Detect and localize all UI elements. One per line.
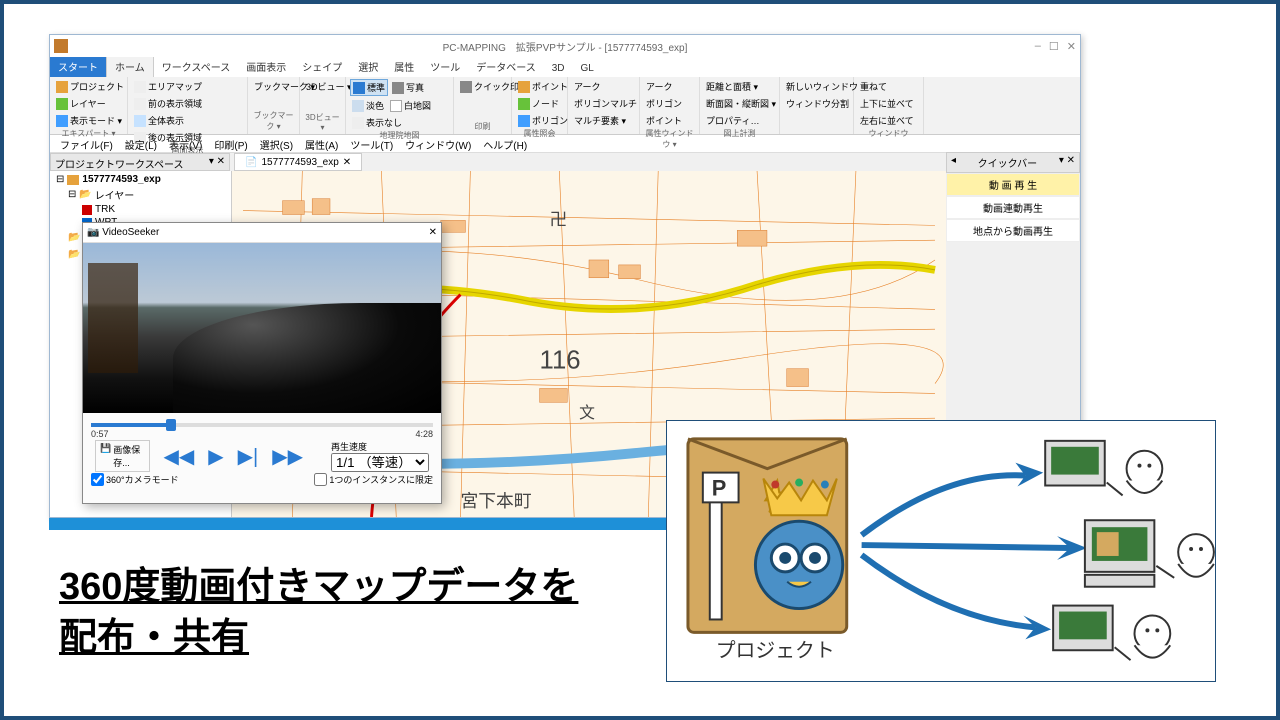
- svg-text:文: 文: [579, 404, 595, 422]
- tree-layer[interactable]: ⊟ 📂 レイヤー: [52, 186, 229, 203]
- btn-project[interactable]: プロジェクト: [54, 79, 126, 94]
- videoseeker-window: 📷 VideoSeeker ✕ 0:57 4:28 💾画像保存... ◀◀ ▶ ▶…: [82, 222, 442, 504]
- tree-root[interactable]: ⊟ 1577774593_exp: [52, 173, 229, 186]
- tab-tool[interactable]: ツール: [422, 56, 468, 77]
- btn-win-poly[interactable]: ポリゴン: [644, 96, 695, 111]
- tab-attr[interactable]: 属性: [386, 56, 422, 77]
- diagram-caption: プロジェクト: [716, 640, 835, 662]
- rewind-button[interactable]: ◀◀: [164, 444, 195, 469]
- menu-file[interactable]: ファイル(F): [54, 135, 119, 152]
- btn-tilev[interactable]: 左右に並べて: [858, 113, 919, 128]
- tab-gl[interactable]: GL: [573, 60, 602, 77]
- btn-gsi-blank[interactable]: 白地図: [388, 98, 433, 113]
- chk-360[interactable]: 360°カメラモード: [91, 473, 179, 486]
- btn-win-arc[interactable]: アーク: [644, 79, 695, 94]
- tab-view[interactable]: 画面表示: [238, 56, 294, 77]
- quickbar-pointplay[interactable]: 地点から動画再生: [946, 219, 1080, 242]
- menu-window[interactable]: ウィンドウ(W): [399, 135, 477, 152]
- map-town: 宮下本町: [460, 491, 531, 511]
- tab-3d[interactable]: 3D: [544, 60, 573, 77]
- minimize-button[interactable]: –: [1035, 40, 1041, 53]
- camera-icon: 📷: [87, 227, 99, 238]
- tree-trk[interactable]: TRK: [52, 203, 229, 216]
- btn-attr-point[interactable]: ポイント: [516, 79, 570, 94]
- video-slider[interactable]: [91, 423, 433, 427]
- btn-split[interactable]: ウィンドウ分割: [784, 96, 860, 111]
- tab-shape[interactable]: シェイプ: [294, 56, 350, 77]
- menu-bar: ファイル(F) 設定(L) 表示(V) 印刷(P) 選択(S) 属性(A) ツー…: [50, 135, 1080, 153]
- btn-distance[interactable]: 距離と面積 ▾: [704, 79, 778, 94]
- btn-prevview[interactable]: 前の表示領域: [132, 96, 204, 111]
- window-title: PC-MAPPING 拡張PVPサンプル - [1577774593_exp]: [50, 39, 1080, 54]
- menu-settings[interactable]: 設定(L): [119, 135, 163, 152]
- tab-start[interactable]: スタート: [50, 56, 106, 77]
- close-button[interactable]: ✕: [1067, 40, 1076, 53]
- fastfwd-button[interactable]: ▶▶: [272, 444, 303, 469]
- menu-help[interactable]: ヘルプ(H): [477, 135, 533, 152]
- document-tab[interactable]: 📄1577774593_exp✕: [234, 153, 362, 171]
- btn-win-point[interactable]: ポイント: [644, 113, 695, 128]
- btn-attr-node[interactable]: ノード: [516, 96, 570, 111]
- videoseeker-title: VideoSeeker: [102, 227, 159, 238]
- btn-tileh[interactable]: 上下に並べて: [858, 96, 919, 111]
- tab-workspace[interactable]: ワークスペース: [154, 56, 239, 77]
- map-label-116: 116: [540, 347, 581, 375]
- svg-text:P: P: [712, 475, 727, 500]
- btn-gsi-photo[interactable]: 写真: [390, 79, 426, 96]
- btn-property[interactable]: プロパティ…: [704, 113, 778, 128]
- maximize-button[interactable]: ☐: [1049, 40, 1059, 53]
- btn-newwin[interactable]: 新しいウィンドウ: [784, 79, 860, 94]
- ribbon-tabs: スタート ホーム ワークスペース 画面表示 シェイプ 選択 属性 ツール データ…: [50, 57, 1080, 77]
- time-total: 4:28: [415, 429, 433, 439]
- step-button[interactable]: ▶|: [238, 444, 259, 469]
- save-image-button[interactable]: 💾画像保存...: [95, 440, 150, 472]
- speed-label: 再生速度: [331, 442, 367, 452]
- title-bar: PC-MAPPING 拡張PVPサンプル - [1577774593_exp] …: [50, 35, 1080, 57]
- quickbar-play[interactable]: 動 画 再 生: [946, 173, 1080, 196]
- btn-gsi-pale[interactable]: 淡色: [350, 98, 386, 113]
- tab-db[interactable]: データベース: [468, 56, 544, 77]
- quickbar-header[interactable]: ◂クイックバー▾ ✕: [946, 152, 1080, 173]
- play-button[interactable]: ▶: [208, 444, 223, 469]
- slide-heading: 360度動画付きマップデータを 配布・共有: [59, 562, 578, 665]
- tab-select[interactable]: 選択: [350, 56, 386, 77]
- btn-polymulti[interactable]: ポリゴンマルチ: [572, 96, 639, 111]
- quickbar-linkplay[interactable]: 動画連動再生: [946, 196, 1080, 219]
- menu-print[interactable]: 印刷(P): [208, 135, 253, 152]
- chk-single-instance[interactable]: 1つのインスタンスに限定: [314, 473, 433, 486]
- btn-section[interactable]: 断面図・縦断図 ▾: [704, 96, 778, 111]
- btn-fullview[interactable]: 全体表示: [132, 113, 186, 128]
- videoseeker-close[interactable]: ✕: [429, 227, 437, 238]
- btn-cascade[interactable]: 重ねて: [858, 79, 919, 94]
- btn-arc[interactable]: アーク: [572, 79, 639, 94]
- btn-multi[interactable]: マルチ要素 ▾: [572, 113, 639, 128]
- distribution-diagram: P プロジェクト: [666, 420, 1216, 682]
- tab-home[interactable]: ホーム: [106, 55, 154, 77]
- btn-dispmode[interactable]: 表示モード ▾: [54, 113, 126, 128]
- menu-tool[interactable]: ツール(T): [344, 135, 399, 152]
- btn-gsi-none[interactable]: 表示なし: [350, 115, 404, 130]
- video-viewport[interactable]: [83, 243, 441, 413]
- time-current: 0:57: [91, 429, 109, 439]
- speed-select[interactable]: 1/1 （等速）: [331, 453, 429, 472]
- btn-layer[interactable]: レイヤー: [54, 96, 126, 111]
- btn-gsi-std[interactable]: 標準: [350, 79, 388, 96]
- menu-view[interactable]: 表示(V): [163, 135, 208, 152]
- svg-text:卍: 卍: [549, 209, 567, 229]
- menu-select[interactable]: 選択(S): [254, 135, 299, 152]
- btn-areamap[interactable]: エリアマップ: [132, 79, 204, 94]
- btn-attr-poly[interactable]: ポリゴン: [516, 113, 570, 128]
- menu-attr[interactable]: 属性(A): [299, 135, 344, 152]
- ribbon: プロジェクト レイヤー 表示モード ▾ エキスパート ▾ エリアマップ 前の表示…: [50, 77, 1080, 135]
- workspace-panel-header[interactable]: プロジェクトワークスペース▾ ✕: [50, 153, 230, 171]
- save-icon: 💾: [100, 443, 111, 469]
